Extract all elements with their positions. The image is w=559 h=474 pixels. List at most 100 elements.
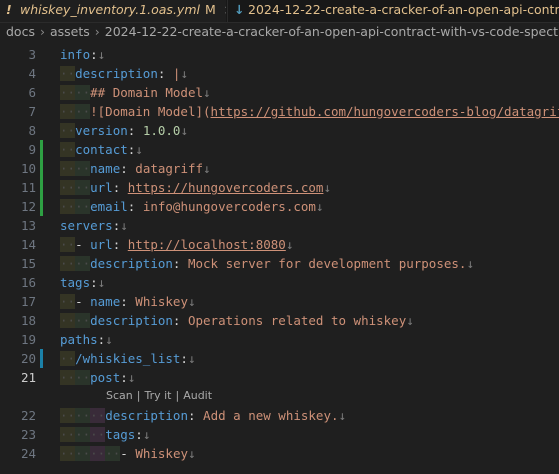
- line-number: 4: [28, 66, 36, 81]
- indent-guide: ··: [60, 161, 76, 176]
- code-line[interactable]: 18 ····description: Operations related to…: [0, 311, 559, 330]
- line-number: 12: [20, 199, 36, 214]
- tab-blog-post[interactable]: ↓ 2024-12-22-create-a-cracker-of-an-open-…: [227, 0, 559, 22]
- code-line[interactable]: 7 ····![Domain Model](https://github.com/…: [0, 102, 559, 121]
- code-line[interactable]: 9 ··contact:↓: [0, 140, 559, 159]
- yaml-token: ## Domain Model: [90, 85, 204, 100]
- indent-guide: ··: [60, 294, 76, 309]
- breadcrumb-assets[interactable]: assets: [50, 24, 90, 39]
- eol-marker: ↓: [97, 275, 106, 290]
- code-line[interactable]: 24 ········- Whiskey↓: [0, 444, 559, 463]
- yaml-key: url: [90, 237, 113, 252]
- tab-label: whiskey_inventory.1.oas.yml: [20, 2, 200, 17]
- yaml-token: :: [120, 294, 136, 309]
- git-added-marker[interactable]: [40, 197, 43, 216]
- line-number: 21: [20, 370, 36, 385]
- code-line[interactable]: 22 ······description: Add a new whiskey.↓: [0, 406, 559, 425]
- code-text: ··/whiskies_list:↓: [60, 349, 195, 368]
- yaml-token: datagriff: [135, 161, 204, 176]
- tab-label: 2024-12-22-create-a-cracker-of-an-open-a…: [248, 2, 559, 17]
- code-line[interactable]: 3 info:↓: [0, 45, 559, 64]
- indent-guide: ··: [60, 351, 76, 366]
- line-number: 10: [20, 161, 36, 176]
- code-text: ··- url: http://localhost:8080↓: [60, 235, 293, 254]
- close-icon[interactable]: ×: [224, 3, 226, 17]
- code-text: ······description: Add a new whiskey.↓: [60, 406, 346, 425]
- line-number: 6: [28, 85, 36, 100]
- code-editor[interactable]: Scan | Try it | Audit 3 info:↓ 4 ··description:…: [0, 43, 559, 474]
- indent-guide: ··: [75, 161, 91, 176]
- yaml-token: :: [180, 351, 188, 366]
- line-number: 7: [28, 104, 36, 119]
- git-added-marker[interactable]: [40, 140, 43, 159]
- line-number: 8: [28, 123, 36, 138]
- code-line[interactable]: 23 ······tags:↓: [0, 425, 559, 444]
- url-link[interactable]: https://hungovercoders.com: [128, 180, 324, 195]
- yaml-key: url: [90, 180, 113, 195]
- breadcrumb-folder[interactable]: 2024-12-22-create-a-cracker-of-an-open-a…: [105, 24, 559, 39]
- code-line[interactable]: 8 ··version: 1.0.0↓: [0, 121, 559, 140]
- yaml-key: post: [90, 370, 121, 385]
- yaml-token: Add a new whiskey.: [203, 408, 339, 423]
- eol-marker: ↓: [315, 199, 324, 214]
- codelens-audit[interactable]: Audit: [183, 389, 212, 402]
- code-line[interactable]: 10 ····name: datagriff↓: [0, 159, 559, 178]
- url-link[interactable]: http://localhost:8080: [128, 237, 286, 252]
- code-line[interactable]: 6 ····## Domain Model↓: [0, 83, 559, 102]
- code-text: ··contact:↓: [60, 140, 143, 159]
- line-number: 9: [28, 142, 36, 157]
- code-text: servers:↓: [60, 216, 128, 235]
- indent-guide: ··: [60, 370, 76, 385]
- codelens-try-it[interactable]: Try it: [144, 389, 171, 402]
- eol-marker: ↓: [187, 351, 196, 366]
- tab-bar: ! whiskey_inventory.1.oas.yml M × ↓2024-12-…: [0, 0, 559, 23]
- indent-guide: ··: [75, 427, 91, 442]
- code-text: ······tags:↓: [60, 425, 150, 444]
- yaml-token: :: [135, 427, 143, 442]
- code-line[interactable]: 16 tags:↓: [0, 273, 559, 292]
- code-text: ··- name: Whiskey↓: [60, 292, 196, 311]
- code-text: info:↓: [60, 45, 105, 64]
- code-line[interactable]: 15 ····description: Mock server for devel…: [0, 254, 559, 273]
- indent-guide: ··: [90, 408, 106, 423]
- eol-marker: ↓: [120, 218, 128, 233]
- codelens-scan[interactable]: Scan: [106, 389, 133, 402]
- indent-guide: ··: [75, 370, 91, 385]
- code-text: ····description: Mock server for develop…: [60, 254, 474, 273]
- code-line[interactable]: 21 ····post:↓: [0, 368, 559, 387]
- eol-marker: ↓: [135, 142, 143, 157]
- yaml-key: info: [60, 47, 91, 62]
- indent-guide: ··: [75, 313, 91, 328]
- eol-marker: ↓: [203, 85, 211, 100]
- code-line[interactable]: 13 servers:↓: [0, 216, 559, 235]
- code-line[interactable]: 14 ··- url: http://localhost:8080↓: [0, 235, 559, 254]
- code-text: ····name: datagriff↓: [60, 159, 211, 178]
- yaml-key: /whiskies_list: [75, 351, 181, 366]
- code-line[interactable]: 4 ··description: |↓: [0, 64, 559, 83]
- yaml-token: Operations related to whiskey: [187, 313, 407, 328]
- indent-guide: ··: [60, 142, 76, 157]
- code-line[interactable]: 19 paths:↓: [0, 330, 559, 349]
- code-line[interactable]: 11 ····url: https://hungovercoders.com↓: [0, 178, 559, 197]
- git-modified-marker[interactable]: [40, 349, 43, 368]
- code-text: ····![Domain Model](https://github.com/h…: [60, 102, 559, 121]
- url-link[interactable]: https://github.com/hungovercoders-blog/d…: [211, 104, 559, 119]
- code-line[interactable]: 12 ····email: info@hungovercoders.com↓: [0, 197, 559, 216]
- indent-guide: ··: [60, 408, 76, 423]
- indent-guide: ··: [75, 85, 91, 100]
- yaml-token: Whiskey: [135, 446, 188, 461]
- breadcrumb-docs[interactable]: docs: [6, 24, 35, 39]
- indent-guide: ··: [75, 256, 91, 271]
- yaml-key: email: [90, 199, 128, 214]
- code-line[interactable]: 17 ··- name: Whiskey↓: [0, 292, 559, 311]
- line-number: 11: [20, 180, 36, 195]
- git-added-marker[interactable]: [40, 178, 43, 197]
- line-number: 13: [20, 218, 36, 233]
- git-added-marker[interactable]: [40, 159, 43, 178]
- yaml-key: name: [90, 294, 121, 309]
- tab-whiskey-inventory[interactable]: ! whiskey_inventory.1.oas.yml M ×: [0, 0, 226, 22]
- indent-guide: ··: [60, 199, 76, 214]
- code-line[interactable]: 20 ··/whiskies_list:↓: [0, 349, 559, 368]
- code-text: ····## Domain Model↓: [60, 83, 211, 102]
- eol-marker: ↓: [105, 332, 113, 347]
